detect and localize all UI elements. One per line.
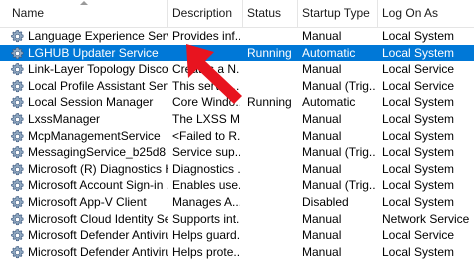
column-header-log-on-as-label: Log On As xyxy=(382,6,439,20)
service-description: Provides inf... xyxy=(172,29,240,43)
service-log-on-as: Local System xyxy=(382,45,455,60)
service-status xyxy=(243,244,298,261)
service-description: Enables use... xyxy=(172,178,240,193)
service-log-on-as: Local System xyxy=(382,29,455,43)
service-description: Core Windo... xyxy=(172,95,240,110)
service-status xyxy=(243,128,298,145)
service-row[interactable]: Microsoft Defender Antiviru... Helps prot… xyxy=(0,244,474,261)
service-status xyxy=(243,111,298,128)
service-description: The LXSS M... xyxy=(172,111,240,126)
service-row[interactable]: Language Experience Service Provides inf.… xyxy=(0,28,474,45)
service-startup-type: Manual xyxy=(302,29,342,43)
service-name: Microsoft App-V Client xyxy=(28,194,147,209)
service-log-on-as: Local System xyxy=(382,244,455,259)
service-status xyxy=(243,161,298,178)
service-status: Running xyxy=(247,95,292,110)
column-header-name-label: Name xyxy=(12,6,45,20)
service-startup-type: Automatic xyxy=(302,95,356,110)
service-startup-type: Manual xyxy=(302,161,342,176)
service-startup-type: Manual xyxy=(302,228,342,243)
service-row[interactable]: Local Profile Assistant Service This serv… xyxy=(0,78,474,95)
service-name: Language Experience Service xyxy=(28,29,168,43)
service-status xyxy=(243,61,298,78)
sort-ascending-icon xyxy=(80,1,88,5)
column-header-startup-type[interactable]: Startup Type xyxy=(298,0,378,27)
service-log-on-as: Local Service xyxy=(382,78,455,93)
service-startup-type: Manual xyxy=(302,211,342,226)
service-description: Service sup... xyxy=(172,145,240,160)
service-name: Microsoft Account Sign-in ... xyxy=(28,178,168,193)
service-name: McpManagementService xyxy=(28,128,161,143)
column-header-startup-type-label: Startup Type xyxy=(302,6,370,20)
column-header-description-label: Description xyxy=(172,6,233,20)
service-row[interactable]: Microsoft Account Sign-in ... Enables use… xyxy=(0,177,474,194)
service-log-on-as: Network Service xyxy=(382,211,470,226)
service-row[interactable]: Link-Layer Topology Discov... Creates a N… xyxy=(0,61,474,78)
service-log-on-as: Local Service xyxy=(382,228,455,243)
service-name: Local Profile Assistant Service xyxy=(28,78,168,93)
service-name: Microsoft Defender Antiviru... xyxy=(28,228,168,243)
column-header-row: Name Description Status Startup Type Log… xyxy=(0,0,474,28)
services-list: Language Experience Service Provides inf.… xyxy=(0,28,474,260)
service-status xyxy=(243,144,298,161)
column-header-name[interactable]: Name xyxy=(8,0,168,27)
service-status xyxy=(243,211,298,228)
service-log-on-as: Local System xyxy=(382,194,455,209)
column-header-log-on-as[interactable]: Log On As xyxy=(378,0,474,27)
service-row[interactable]: LGHUB Updater Service Running Automatic Loc… xyxy=(0,44,474,62)
service-name: Microsoft Cloud Identity Se... xyxy=(28,211,168,226)
service-description xyxy=(168,45,240,62)
service-name: LxssManager xyxy=(28,111,101,126)
service-description: This servic... xyxy=(172,78,240,93)
service-startup-type: Manual xyxy=(302,128,342,143)
service-log-on-as: Local System xyxy=(382,145,455,160)
service-status xyxy=(243,227,298,244)
service-name: Microsoft (R) Diagnostics H... xyxy=(28,161,168,176)
service-status xyxy=(243,177,298,194)
service-row[interactable]: MessagingService_b25d8 Service sup... Manu… xyxy=(0,144,474,161)
service-description: Helps guard... xyxy=(172,228,240,243)
service-status: Running xyxy=(247,45,292,60)
service-name: Microsoft Defender Antiviru... xyxy=(28,244,168,259)
service-log-on-as: Local Service xyxy=(382,62,455,77)
service-log-on-as: Local System xyxy=(382,178,455,193)
service-startup-type: Manual (Trig... xyxy=(302,145,376,160)
column-header-description[interactable]: Description xyxy=(168,0,243,27)
service-description: Manages A... xyxy=(172,194,240,209)
service-name: Link-Layer Topology Discov... xyxy=(28,62,168,77)
service-startup-type: Automatic xyxy=(302,45,356,60)
service-description: Supports int... xyxy=(172,211,240,226)
service-row[interactable]: Microsoft Cloud Identity Se... Supports i… xyxy=(0,211,474,228)
service-status xyxy=(243,28,298,45)
service-log-on-as: Local System xyxy=(382,161,455,176)
column-header-status[interactable]: Status xyxy=(243,0,298,27)
service-startup-type: Disabled xyxy=(302,194,349,209)
service-startup-type: Manual (Trig... xyxy=(302,78,376,93)
service-description: Diagnostics ... xyxy=(172,161,240,176)
service-description: <Failed to R... xyxy=(172,128,240,143)
service-name: LGHUB Updater Service xyxy=(28,45,159,60)
service-startup-type: Manual xyxy=(302,62,342,77)
service-row[interactable]: LxssManager The LXSS M... Manual Local Syst… xyxy=(0,111,474,128)
service-row[interactable]: Local Session Manager Core Windo... Runnin… xyxy=(0,94,474,111)
column-header-status-label: Status xyxy=(247,6,282,20)
service-description: Creates a N... xyxy=(172,62,240,77)
service-row[interactable]: McpManagementService <Failed to R... Manua… xyxy=(0,128,474,145)
service-row[interactable]: Microsoft App-V Client Manages A... Disabl… xyxy=(0,194,474,211)
service-startup-type: Manual (Trig... xyxy=(302,178,376,193)
service-name: Local Session Manager xyxy=(28,95,154,110)
service-startup-type: Manual xyxy=(302,244,342,259)
service-log-on-as: Local System xyxy=(382,128,455,143)
service-startup-type: Manual xyxy=(302,111,342,126)
service-description: Helps prote... xyxy=(172,244,240,259)
service-row[interactable]: Microsoft Defender Antiviru... Helps guar… xyxy=(0,227,474,244)
service-status xyxy=(243,78,298,95)
service-name: MessagingService_b25d8 xyxy=(28,145,167,160)
service-status xyxy=(243,194,298,211)
service-log-on-as: Local System xyxy=(382,95,455,110)
service-log-on-as: Local System xyxy=(382,111,455,126)
service-row[interactable]: Microsoft (R) Diagnostics H... Diagnostic… xyxy=(0,161,474,178)
